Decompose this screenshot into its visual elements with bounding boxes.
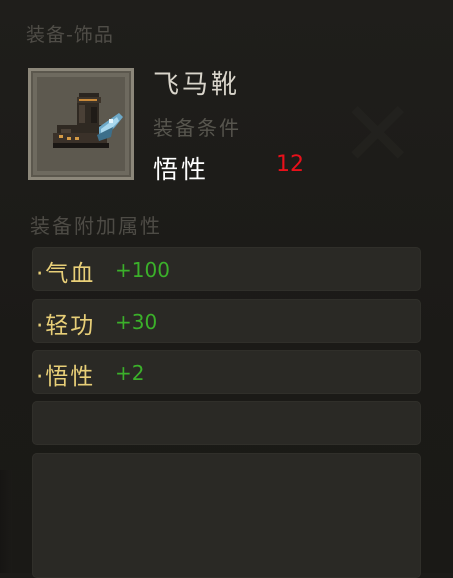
- attribute-row: ·气血 +100: [32, 247, 421, 291]
- left-edge-shadow: [0, 470, 12, 573]
- item-name: 飞马靴: [153, 70, 241, 100]
- requirement-stat: 悟性: [153, 155, 210, 184]
- attribute-row: ·轻功 +30: [32, 299, 421, 343]
- background-ornament: ✕: [340, 82, 416, 187]
- item-icon-background: [37, 77, 125, 171]
- attribute-stat: ·气血: [36, 261, 96, 287]
- attribute-bonus: +100: [115, 258, 170, 282]
- item-icon-slot[interactable]: [28, 68, 134, 180]
- attribute-row-empty: [32, 401, 421, 445]
- item-tooltip-panel: ✕ 装备-饰品 飞马靴 装备条件 悟性 12 装备附加属性 ·气血 +100 ·…: [0, 0, 453, 578]
- attribute-row: ·悟性 +2: [32, 350, 421, 394]
- requirement-label: 装备条件: [153, 116, 241, 140]
- attribute-stat: ·悟性: [36, 364, 96, 390]
- description-box: [32, 453, 421, 578]
- attribute-bonus: +30: [115, 310, 158, 334]
- panel-header: 装备-饰品: [26, 24, 114, 46]
- attribute-stat: ·轻功: [36, 313, 96, 339]
- attribute-bonus: +2: [115, 361, 145, 385]
- boot-icon: [53, 93, 123, 148]
- attributes-title: 装备附加属性: [30, 214, 162, 238]
- requirement-value: 12: [276, 152, 304, 177]
